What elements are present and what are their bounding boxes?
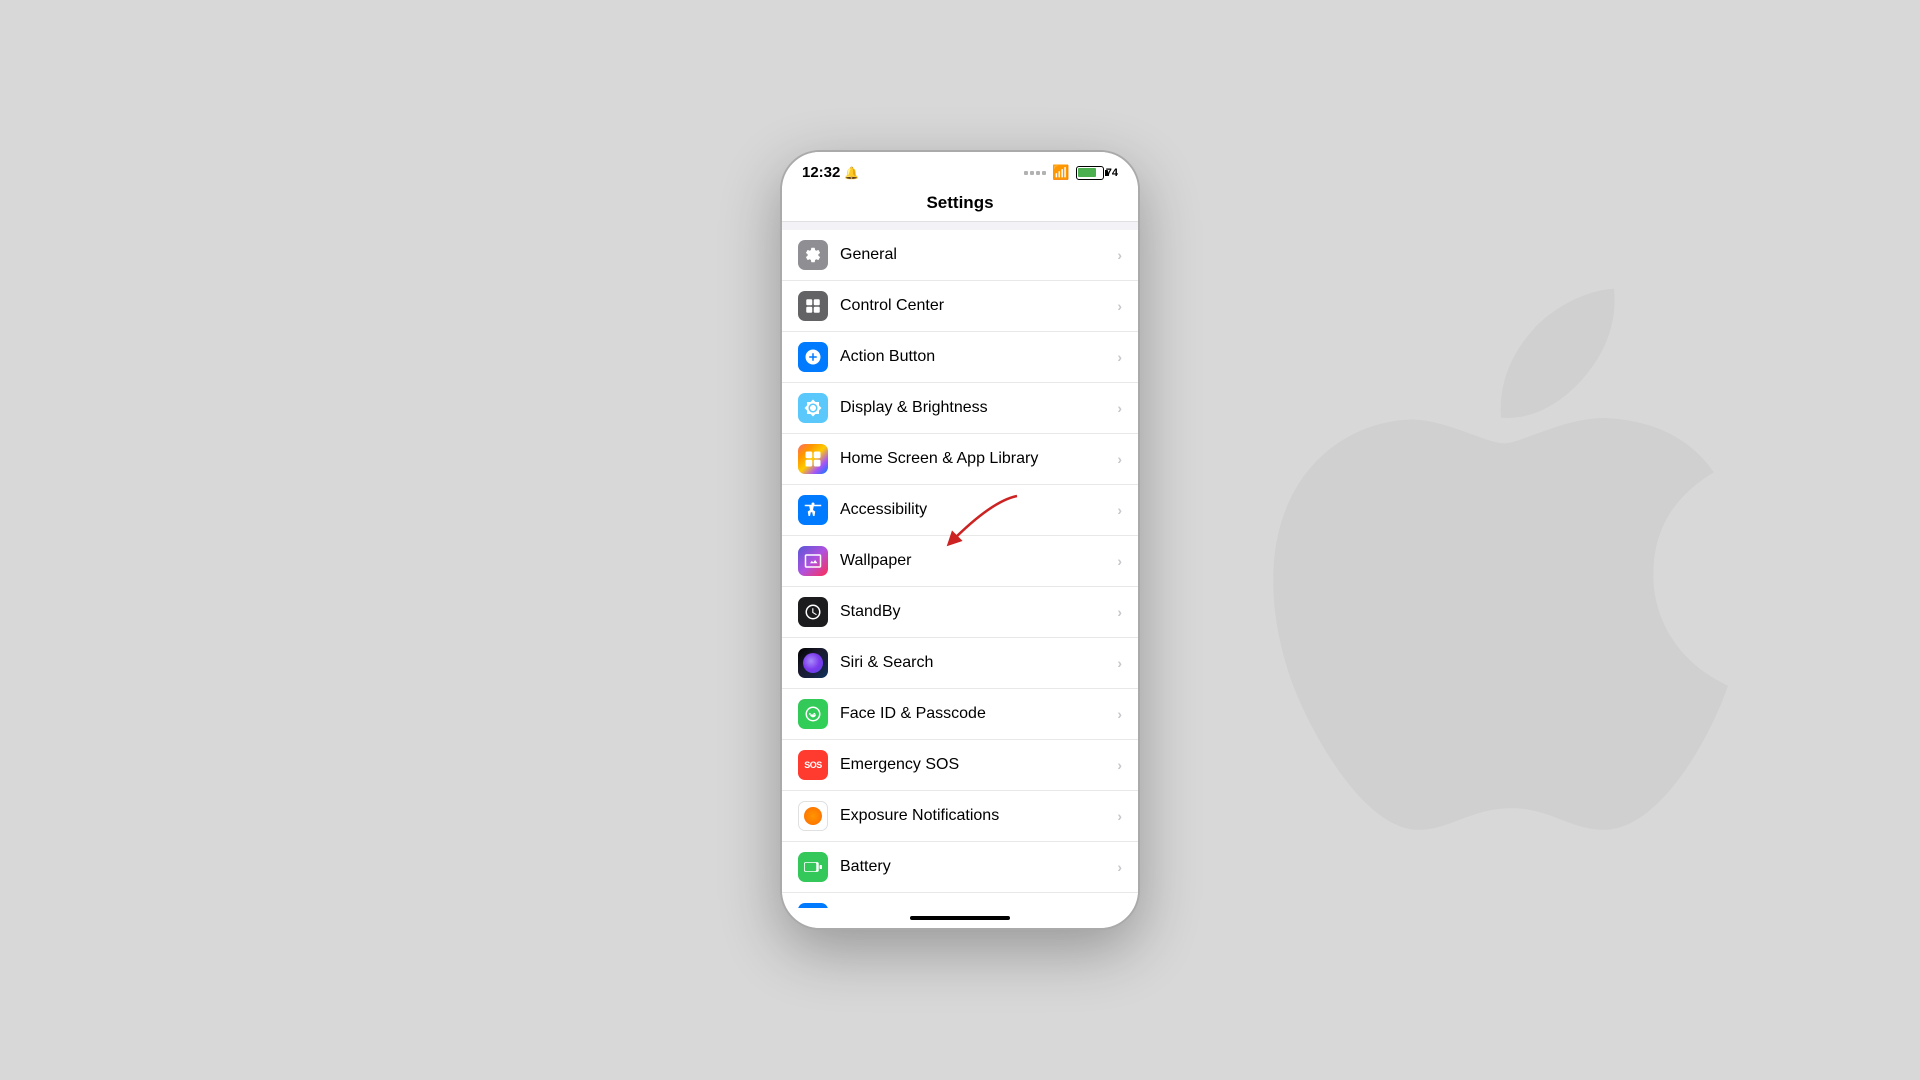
signal-icon	[1024, 171, 1046, 175]
siri-icon	[798, 648, 828, 678]
sidebar-item-siri-search[interactable]: Siri & Search ›	[782, 638, 1138, 689]
sidebar-item-wallpaper[interactable]: Wallpaper ›	[782, 536, 1138, 587]
standby-label: StandBy	[840, 603, 1117, 621]
sidebar-item-exposure-notifications[interactable]: Exposure Notifications ›	[782, 791, 1138, 842]
sidebar-item-privacy-security[interactable]: Privacy & Security ›	[782, 893, 1138, 908]
action-button-chevron: ›	[1117, 349, 1122, 365]
settings-list[interactable]: General › Control Center › Action Button…	[782, 222, 1138, 908]
sidebar-item-action-button[interactable]: Action Button ›	[782, 332, 1138, 383]
bottom-bar	[782, 908, 1138, 928]
nav-bar: Settings	[782, 187, 1138, 222]
sidebar-item-accessibility[interactable]: Accessibility ›	[782, 485, 1138, 536]
general-chevron: ›	[1117, 247, 1122, 263]
sidebar-item-display-brightness[interactable]: Display & Brightness ›	[782, 383, 1138, 434]
time-display: 12:32	[802, 164, 840, 181]
siri-search-label: Siri & Search	[840, 654, 1117, 672]
status-bar: 12:32 🔔 📶 74	[782, 152, 1138, 187]
battery-icon	[798, 852, 828, 882]
wallpaper-label: Wallpaper	[840, 552, 1117, 570]
control-center-label: Control Center	[840, 297, 1117, 315]
home-indicator	[910, 916, 1010, 920]
sidebar-item-control-center[interactable]: Control Center ›	[782, 281, 1138, 332]
wallpaper-chevron: ›	[1117, 553, 1122, 569]
exposure-notifications-label: Exposure Notifications	[840, 807, 1117, 825]
wallpaper-icon	[798, 546, 828, 576]
privacy-security-icon	[798, 903, 828, 908]
general-label: General	[840, 246, 1117, 264]
exposure-notifications-chevron: ›	[1117, 808, 1122, 824]
display-brightness-chevron: ›	[1117, 400, 1122, 416]
home-screen-icon	[798, 444, 828, 474]
page-title: Settings	[926, 193, 993, 212]
emergency-sos-chevron: ›	[1117, 757, 1122, 773]
face-id-label: Face ID & Passcode	[840, 705, 1117, 723]
settings-section-1: General › Control Center › Action Button…	[782, 230, 1138, 908]
battery-chevron: ›	[1117, 859, 1122, 875]
accessibility-chevron: ›	[1117, 502, 1122, 518]
sidebar-item-home-screen[interactable]: Home Screen & App Library ›	[782, 434, 1138, 485]
sidebar-item-general[interactable]: General ›	[782, 230, 1138, 281]
face-id-chevron: ›	[1117, 706, 1122, 722]
control-center-icon	[798, 291, 828, 321]
accessibility-icon	[798, 495, 828, 525]
battery-status: 74	[1076, 166, 1118, 180]
face-id-icon	[798, 699, 828, 729]
siri-search-chevron: ›	[1117, 655, 1122, 671]
action-button-label: Action Button	[840, 348, 1117, 366]
status-icons: 📶 74	[1024, 164, 1118, 181]
standby-icon	[798, 597, 828, 627]
accessibility-label: Accessibility	[840, 501, 1117, 519]
emergency-sos-icon: SOS	[798, 750, 828, 780]
mute-icon: 🔔	[844, 166, 859, 180]
action-button-icon	[798, 342, 828, 372]
apple-logo-background	[1220, 250, 1800, 830]
display-brightness-icon	[798, 393, 828, 423]
exposure-notifications-icon	[798, 801, 828, 831]
sidebar-item-face-id[interactable]: Face ID & Passcode ›	[782, 689, 1138, 740]
sidebar-item-emergency-sos[interactable]: SOS Emergency SOS ›	[782, 740, 1138, 791]
control-center-chevron: ›	[1117, 298, 1122, 314]
battery-label: Battery	[840, 858, 1117, 876]
general-icon	[798, 240, 828, 270]
display-brightness-label: Display & Brightness	[840, 399, 1117, 417]
home-screen-chevron: ›	[1117, 451, 1122, 467]
home-screen-label: Home Screen & App Library	[840, 450, 1117, 468]
wifi-icon: 📶	[1052, 164, 1069, 181]
standby-chevron: ›	[1117, 604, 1122, 620]
emergency-sos-label: Emergency SOS	[840, 756, 1117, 774]
phone-frame: 12:32 🔔 📶 74 Settings	[780, 150, 1140, 930]
status-time: 12:32 🔔	[802, 164, 859, 181]
sidebar-item-standby[interactable]: StandBy ›	[782, 587, 1138, 638]
sidebar-item-battery[interactable]: Battery ›	[782, 842, 1138, 893]
